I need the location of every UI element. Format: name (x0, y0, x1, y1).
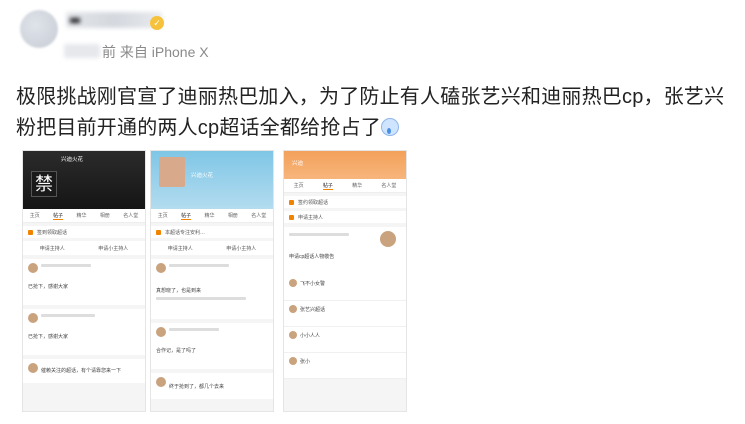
feed-avatar (28, 363, 38, 373)
topic-intro-row: 本超话专注安利… (151, 226, 273, 238)
supertopic-header: 兴迪火花 禁 (23, 151, 145, 209)
apply-host-label: 申请主持人 (167, 245, 193, 252)
signin-label: 签约领取超话 (298, 199, 329, 206)
feed-text: 已抢下，感谢大家 (28, 284, 69, 290)
feed-text: 终于抢到了，都几个去来 (169, 384, 225, 390)
vip-badge-icon: ✓ (150, 16, 164, 30)
list-avatar (289, 357, 297, 365)
tab-home: 主页 (29, 213, 40, 219)
list-item: 飞不小女警 (284, 275, 406, 301)
feed-post: 真想晓了，也是到来 (151, 259, 273, 319)
supertopic-tabs: 主页 帖子 精华 相册 名人堂 (151, 209, 273, 223)
feed-avatar (156, 327, 166, 337)
feed-avatar (28, 313, 38, 323)
supertopic-header: 兴迪 (284, 151, 406, 179)
post-header: ✓ 前 来自 iPhone X (0, 0, 745, 70)
list-avatar (289, 305, 297, 313)
list-avatar (289, 279, 297, 287)
supertopic-title: 兴迪 (292, 161, 304, 167)
list-avatar (289, 331, 297, 339)
signin-row: 签约领取超话 (284, 196, 406, 208)
apply-host-label: 申请主持人 (298, 214, 324, 221)
feed-post: 已抢下，感谢大家 (23, 259, 145, 305)
tab-home: 主页 (157, 213, 168, 219)
feed-avatar (156, 377, 166, 387)
tab-featured: 精华 (76, 213, 87, 219)
tab-album: 相册 (99, 213, 110, 219)
feed-name-line (41, 314, 95, 317)
ban-badge: 禁 (31, 171, 57, 197)
tab-album: 相册 (227, 213, 238, 219)
apply-subhost-label: 申请小主持人 (226, 245, 257, 252)
list-name: 张小 (300, 359, 311, 365)
feed-text: 真想晓了，也是到来 (156, 288, 202, 294)
signin-icon (28, 229, 33, 235)
feed-avatar (156, 263, 166, 273)
topic-intro-label: 本超话专注安利… (165, 229, 206, 236)
username-blurred[interactable] (66, 12, 162, 28)
list-name: 张艺兴超话 (300, 307, 326, 313)
feed-name-line (169, 264, 229, 267)
post-body-text: 极限挑战刚官宣了迪丽热巴加入，为了防止有人磕张艺兴和迪丽热巴cp，张艺兴粉把目前… (16, 86, 725, 139)
apply-host-row: 申请主持人 (284, 211, 406, 223)
list-name: 飞不小女警 (300, 281, 326, 287)
feed-post: 催赖关注的超话，有个请靠您来一下 (23, 359, 145, 383)
supertopic-title: 兴迪火花 (191, 173, 214, 179)
list-item: 张艺兴超话 (284, 301, 406, 327)
post-time-blurred (64, 44, 100, 58)
apply-host-label: 申请主持人 (39, 245, 65, 252)
moderator-buttons: 申请主持人 申请小主持人 (151, 241, 273, 255)
list-name: 小小人人 (300, 333, 321, 339)
post-meta: 前 来自 iPhone X (102, 44, 209, 60)
supertopic-tabs: 主页 帖子 精华 名人堂 (284, 179, 406, 193)
feed-name-line (41, 264, 91, 267)
signin-row: 签到领取超话 (23, 226, 145, 238)
feed-post: 申请cp超话人物敬告 (284, 227, 406, 275)
avatar[interactable] (20, 10, 58, 48)
tab-posts: 帖子 (53, 212, 64, 220)
feed-text: 催赖关注的超话，有个请靠您来一下 (41, 368, 122, 374)
feed-post: 合作记，是了吗了 (151, 323, 273, 369)
supertopic-portrait (159, 157, 185, 187)
feed-name-line (169, 328, 219, 331)
feed-line (156, 297, 246, 300)
moderator-buttons: 申请主持人 申请小主持人 (23, 241, 145, 255)
apply-icon (289, 214, 294, 220)
tab-home: 主页 (293, 183, 304, 189)
feed-post: 已抢下，感谢大家 (23, 309, 145, 355)
apply-subhost-label: 申请小主持人 (98, 245, 129, 252)
feed-avatar (28, 263, 38, 273)
screenshot-image-1[interactable]: 兴迪火花 禁 主页 帖子 精华 相册 名人堂 签到领取超话 申请主持人 申请小主… (22, 150, 146, 412)
feed-text: 合作记，是了吗了 (156, 348, 197, 354)
tab-featured: 精华 (204, 213, 215, 219)
crying-emoji-icon (380, 118, 399, 136)
post-body: 极限挑战刚官宣了迪丽热巴加入，为了防止有人磕张艺兴和迪丽热巴cp，张艺兴粉把目前… (16, 82, 736, 144)
tab-featured: 精华 (352, 183, 363, 189)
feed-post: 终于抢到了，都几个去来 (151, 373, 273, 399)
feed-text: 已抢下，感谢大家 (28, 334, 69, 340)
supertopic-tabs: 主页 帖子 精华 相册 名人堂 (23, 209, 145, 223)
tab-hall: 名人堂 (381, 183, 397, 189)
feed-photo (380, 231, 396, 247)
tab-posts: 帖子 (181, 212, 192, 220)
supertopic-header: 兴迪火花 (151, 151, 273, 209)
list-item: 小小人人 (284, 327, 406, 353)
tab-hall: 名人堂 (123, 213, 139, 219)
tab-posts: 帖子 (322, 182, 333, 190)
tab-hall: 名人堂 (251, 213, 267, 219)
screenshot-image-2[interactable]: 兴迪火花 主页 帖子 精华 相册 名人堂 本超话专注安利… 申请主持人 申请小主… (150, 150, 274, 412)
supertopic-title: 兴迪火花 (61, 157, 84, 163)
signin-label: 签到领取超话 (37, 229, 68, 236)
list-item: 张小 (284, 353, 406, 379)
signin-icon (289, 199, 294, 205)
feed-text: 申请cp超话人物敬告 (289, 254, 335, 260)
feed-name-line (289, 233, 349, 236)
intro-icon (156, 229, 161, 235)
screenshot-image-3[interactable]: 兴迪 主页 帖子 精华 名人堂 签约领取超话 申请主持人 申请cp超话人物敬告 … (283, 150, 407, 412)
